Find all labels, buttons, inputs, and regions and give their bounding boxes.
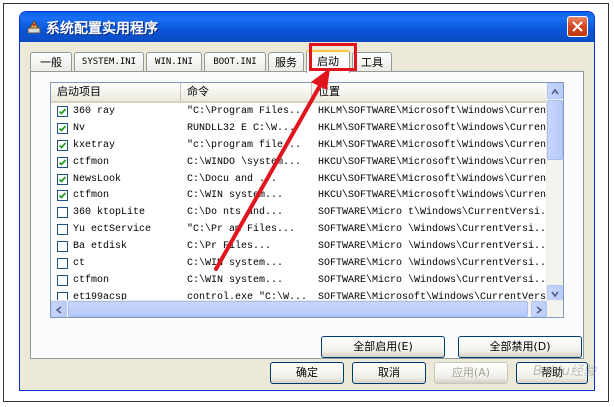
annotation-arrow-icon [214, 68, 330, 271]
watermark: Baidu经验 [533, 364, 596, 379]
